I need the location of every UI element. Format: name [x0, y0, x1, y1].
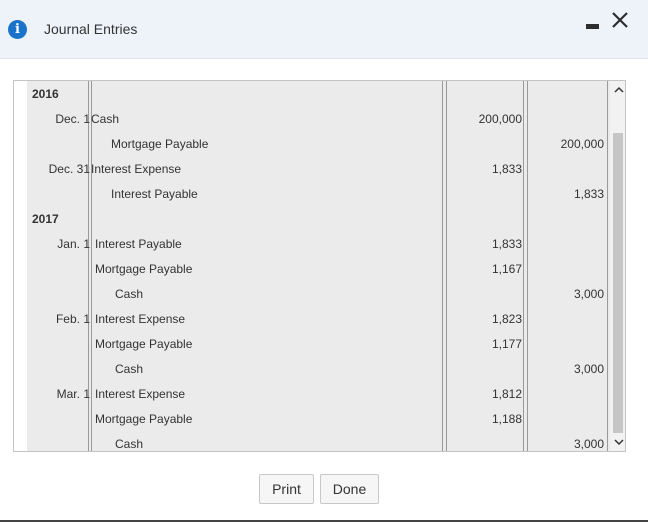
journal-row: Mortgage Payable 1,188 [27, 406, 610, 431]
journal-entries-panel: 2016 Dec. 1 Cash 200,000 Mortgage Payable 200… [13, 80, 626, 452]
dialog-title-bar: i Journal Entries [0, 0, 648, 59]
entry-date: Feb. 1 [55, 312, 90, 326]
done-button[interactable]: Done [320, 474, 379, 504]
year-header-row: 2016 [27, 81, 610, 106]
journal-row: Mortgage Payable 200,000 [27, 131, 610, 156]
debit-amount: 1,188 [491, 412, 522, 426]
dialog-title: Journal Entries [44, 21, 138, 37]
account-name: Interest Payable [95, 237, 182, 251]
account-name: Mortgage Payable [95, 337, 193, 351]
account-name: Mortgage Payable [95, 412, 193, 426]
entry-date: Dec. 31 [48, 162, 90, 176]
debit-amount: 1,167 [491, 262, 522, 276]
scroll-up-arrow-icon[interactable] [614, 85, 624, 95]
entry-date: Mar. 1 [56, 387, 90, 401]
debit-amount: 1,823 [491, 312, 522, 326]
debit-amount: 1,177 [491, 337, 522, 351]
scroll-down-arrow-icon[interactable] [614, 437, 624, 447]
debit-amount: 1,833 [491, 162, 522, 176]
credit-amount: 3,000 [573, 362, 604, 376]
print-button[interactable]: Print [259, 474, 314, 504]
journal-row: Cash 3,000 [27, 431, 610, 451]
account-name: Interest Expense [95, 387, 186, 401]
year-header-row: 2017 [27, 206, 610, 231]
info-icon: i [8, 20, 27, 39]
account-name: Mortgage Payable [95, 262, 193, 276]
debit-amount: 1,833 [491, 237, 522, 251]
account-name: Cash [91, 112, 120, 126]
year-label: 2016 [32, 87, 59, 101]
account-name: Interest Payable [111, 187, 198, 201]
account-name: Cash [115, 437, 144, 451]
account-name: Cash [115, 362, 144, 376]
scrollbar-thumb[interactable] [613, 133, 623, 433]
account-name: Cash [115, 287, 144, 301]
credit-amount: 200,000 [560, 137, 604, 151]
journal-row: Mortgage Payable 1,177 [27, 331, 610, 356]
journal-row: Mar. 1 Interest Expense 1,812 [27, 381, 610, 406]
credit-amount: 3,000 [573, 437, 604, 451]
journal-table: 2016 Dec. 1 Cash 200,000 Mortgage Payable 200… [27, 81, 610, 451]
entry-date: Dec. 1 [55, 112, 90, 126]
journal-row: Cash 3,000 [27, 356, 610, 381]
debit-amount: 200,000 [478, 112, 522, 126]
credit-amount: 1,833 [573, 187, 604, 201]
account-name: Interest Expense [91, 162, 182, 176]
account-name: Mortgage Payable [111, 137, 209, 151]
debit-amount: 1,812 [491, 387, 522, 401]
journal-row: Interest Payable 1,833 [27, 181, 610, 206]
journal-row: Mortgage Payable 1,167 [27, 256, 610, 281]
journal-row: Dec. 1 Cash 200,000 [27, 106, 610, 131]
close-icon[interactable] [610, 10, 630, 30]
journal-row: Cash 3,000 [27, 281, 610, 306]
year-label: 2017 [32, 212, 59, 226]
entry-date: Jan. 1 [57, 237, 90, 251]
account-name: Interest Expense [95, 312, 186, 326]
journal-row: Dec. 31 Interest Expense 1,833 [27, 156, 610, 181]
journal-row: Jan. 1 Interest Payable 1,833 [27, 231, 610, 256]
journal-row: Feb. 1 Interest Expense 1,823 [27, 306, 610, 331]
credit-amount: 3,000 [573, 287, 604, 301]
minimize-icon[interactable] [586, 24, 599, 29]
